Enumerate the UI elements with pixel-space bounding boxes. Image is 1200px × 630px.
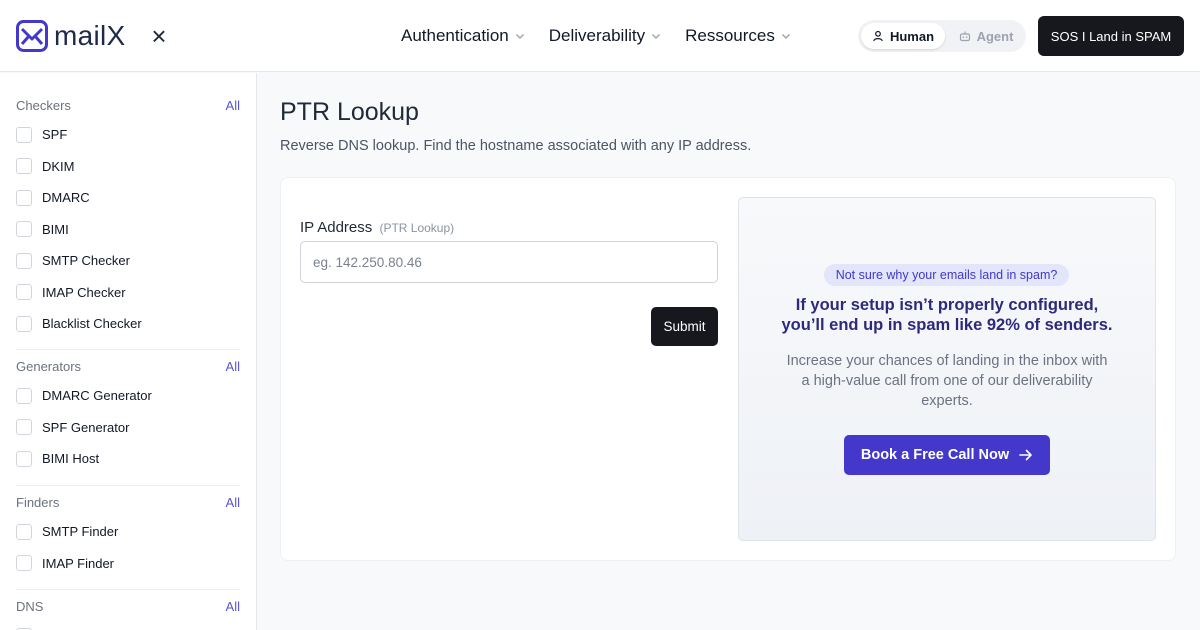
sidebar-item-bimi-host[interactable]: BIMI Host [16, 443, 240, 475]
sidebar-item-smtp-checker[interactable]: SMTP Checker [16, 245, 240, 277]
sidebar-section-checkers: Checkers All SPF DKIM DMARC BIMI SMTP Ch… [16, 97, 240, 340]
sidebar-item-dmarc[interactable]: DMARC [16, 182, 240, 214]
sidebar-item-label: IMAP Finder [42, 555, 115, 571]
sidebar-item-label: DMARC [42, 190, 90, 206]
sidebar-item-blacklist-checker[interactable]: Blacklist Checker [16, 308, 240, 340]
sidebar-divider [16, 589, 240, 590]
promo-title-line: you’ll end up in spam like 92% of sender… [781, 316, 1113, 334]
sidebar-item-dkim[interactable]: DKIM [16, 151, 240, 183]
sidebar-section-header: Generators All [16, 358, 240, 374]
sidebar-divider [16, 349, 240, 350]
promo-badge: Not sure why your emails land in spam? [824, 264, 1069, 286]
nav-label: Authentication [401, 26, 509, 45]
sidebar-item-label: SPF Generator [42, 419, 130, 435]
mode-human-label: Human [889, 28, 935, 44]
promo-title-line: If your setup isn’t properly configured, [795, 296, 1099, 314]
sidebar-item-label: SPF [42, 127, 68, 143]
sidebar-item-label: IMAP Checker [42, 284, 126, 300]
mode-agent-button[interactable]: Agent [950, 23, 1022, 49]
checkbox[interactable] [16, 126, 32, 143]
ip-address-label: IP Address (PTR Lookup) [300, 219, 454, 236]
sidebar: Checkers All SPF DKIM DMARC BIMI SMTP Ch… [0, 73, 257, 630]
sidebar-item-imap-finder[interactable]: IMAP Finder [16, 548, 240, 580]
main-nav: Authentication Deliverability Ressources [401, 24, 815, 48]
bot-icon [959, 31, 970, 42]
mail-logo-icon [16, 20, 48, 52]
checkbox[interactable] [16, 221, 32, 238]
sidebar-item-partial[interactable] [16, 620, 240, 630]
sidebar-section-title: Finders [16, 494, 60, 510]
checkbox[interactable] [16, 252, 32, 269]
sidebar-section-header: Finders All [16, 494, 240, 510]
ip-address-input[interactable] [300, 241, 718, 283]
sidebar-item-spf-generator[interactable]: SPF Generator [16, 412, 240, 444]
field-label-text: IP Address [300, 219, 373, 236]
sidebar-all-link[interactable]: All [226, 599, 240, 614]
page-title: PTR Lookup [280, 98, 419, 126]
checkbox[interactable] [16, 315, 32, 332]
checkbox[interactable] [16, 523, 32, 540]
top-header: mailX × Authentication Deliverability Re… [0, 0, 1200, 72]
logo-text: mailX [54, 20, 126, 51]
checkbox[interactable] [16, 450, 32, 467]
checkbox[interactable] [16, 387, 32, 404]
sidebar-item-label: BIMI [42, 221, 69, 237]
sidebar-item-label: SMTP Finder [42, 524, 119, 540]
mode-toggle: Human Agent [858, 20, 1026, 52]
checkbox[interactable] [16, 555, 32, 572]
promo-title: If your setup isn’t properly configured,… [738, 295, 1156, 335]
sidebar-item-label: Blacklist Checker [42, 316, 142, 332]
chevron-down-icon [781, 34, 790, 39]
checkbox[interactable] [16, 189, 32, 206]
page-subtitle: Reverse DNS lookup. Find the hostname as… [280, 138, 752, 154]
nav-label: Deliverability [548, 26, 646, 45]
nav-authentication[interactable]: Authentication [401, 26, 525, 46]
field-label-hint: (PTR Lookup) [379, 221, 455, 235]
submit-button[interactable]: Submit [651, 307, 718, 346]
sidebar-item-spf[interactable]: SPF [16, 119, 240, 151]
nav-ressources[interactable]: Ressources [685, 26, 791, 46]
mode-human-button[interactable]: Human [861, 23, 945, 49]
sidebar-section-finders: Finders All SMTP Finder IMAP Finder [16, 494, 240, 579]
book-call-button[interactable]: Book a Free Call Now [844, 435, 1050, 475]
logo[interactable]: mailX [16, 20, 126, 52]
sidebar-all-link[interactable]: All [226, 495, 240, 510]
sidebar-item-dmarc-generator[interactable]: DMARC Generator [16, 380, 240, 412]
sidebar-all-link[interactable]: All [226, 359, 240, 374]
sidebar-section-header: Checkers All [16, 97, 240, 113]
sidebar-section-header: DNS All [16, 598, 240, 614]
promo-text-line: experts. [921, 393, 973, 409]
close-icon[interactable]: × [148, 23, 170, 49]
sidebar-item-imap-checker[interactable]: IMAP Checker [16, 277, 240, 309]
sidebar-item-bimi[interactable]: BIMI [16, 214, 240, 246]
sidebar-section-dns: DNS All [16, 598, 240, 630]
sidebar-item-label: DMARC Generator [42, 388, 152, 404]
book-call-label: Book a Free Call Now [860, 447, 1010, 463]
sidebar-all-link[interactable]: All [226, 98, 240, 113]
checkbox[interactable] [16, 419, 32, 436]
nav-label: Ressources [685, 26, 775, 45]
sidebar-section-title: Generators [16, 358, 82, 374]
sidebar-item-label: BIMI Host [42, 451, 100, 467]
sidebar-item-label: DKIM [42, 158, 75, 174]
nav-deliverability[interactable]: Deliverability [549, 26, 661, 46]
sidebar-item-label: SMTP Checker [42, 253, 130, 269]
sos-spam-button[interactable]: SOS I Land in SPAM [1038, 16, 1184, 56]
checkbox[interactable] [16, 158, 32, 175]
sidebar-section-title: DNS [16, 598, 44, 614]
sidebar-divider [16, 485, 240, 486]
checkbox[interactable] [16, 284, 32, 301]
chevron-down-icon [652, 34, 661, 39]
sidebar-section-generators: Generators All DMARC Generator SPF Gener… [16, 358, 240, 475]
arrow-right-icon [1019, 449, 1032, 461]
sidebar-section-title: Checkers [16, 97, 71, 113]
promo-text-line: Increase your chances of landing in the … [786, 353, 1108, 369]
promo-text-line: a high-value call from one of our delive… [801, 373, 1093, 389]
chevron-down-icon [515, 34, 524, 39]
user-icon [873, 30, 883, 42]
promo-text: Increase your chances of landing in the … [768, 351, 1126, 411]
sidebar-item-smtp-finder[interactable]: SMTP Finder [16, 516, 240, 548]
mode-agent-label: Agent [976, 28, 1014, 44]
